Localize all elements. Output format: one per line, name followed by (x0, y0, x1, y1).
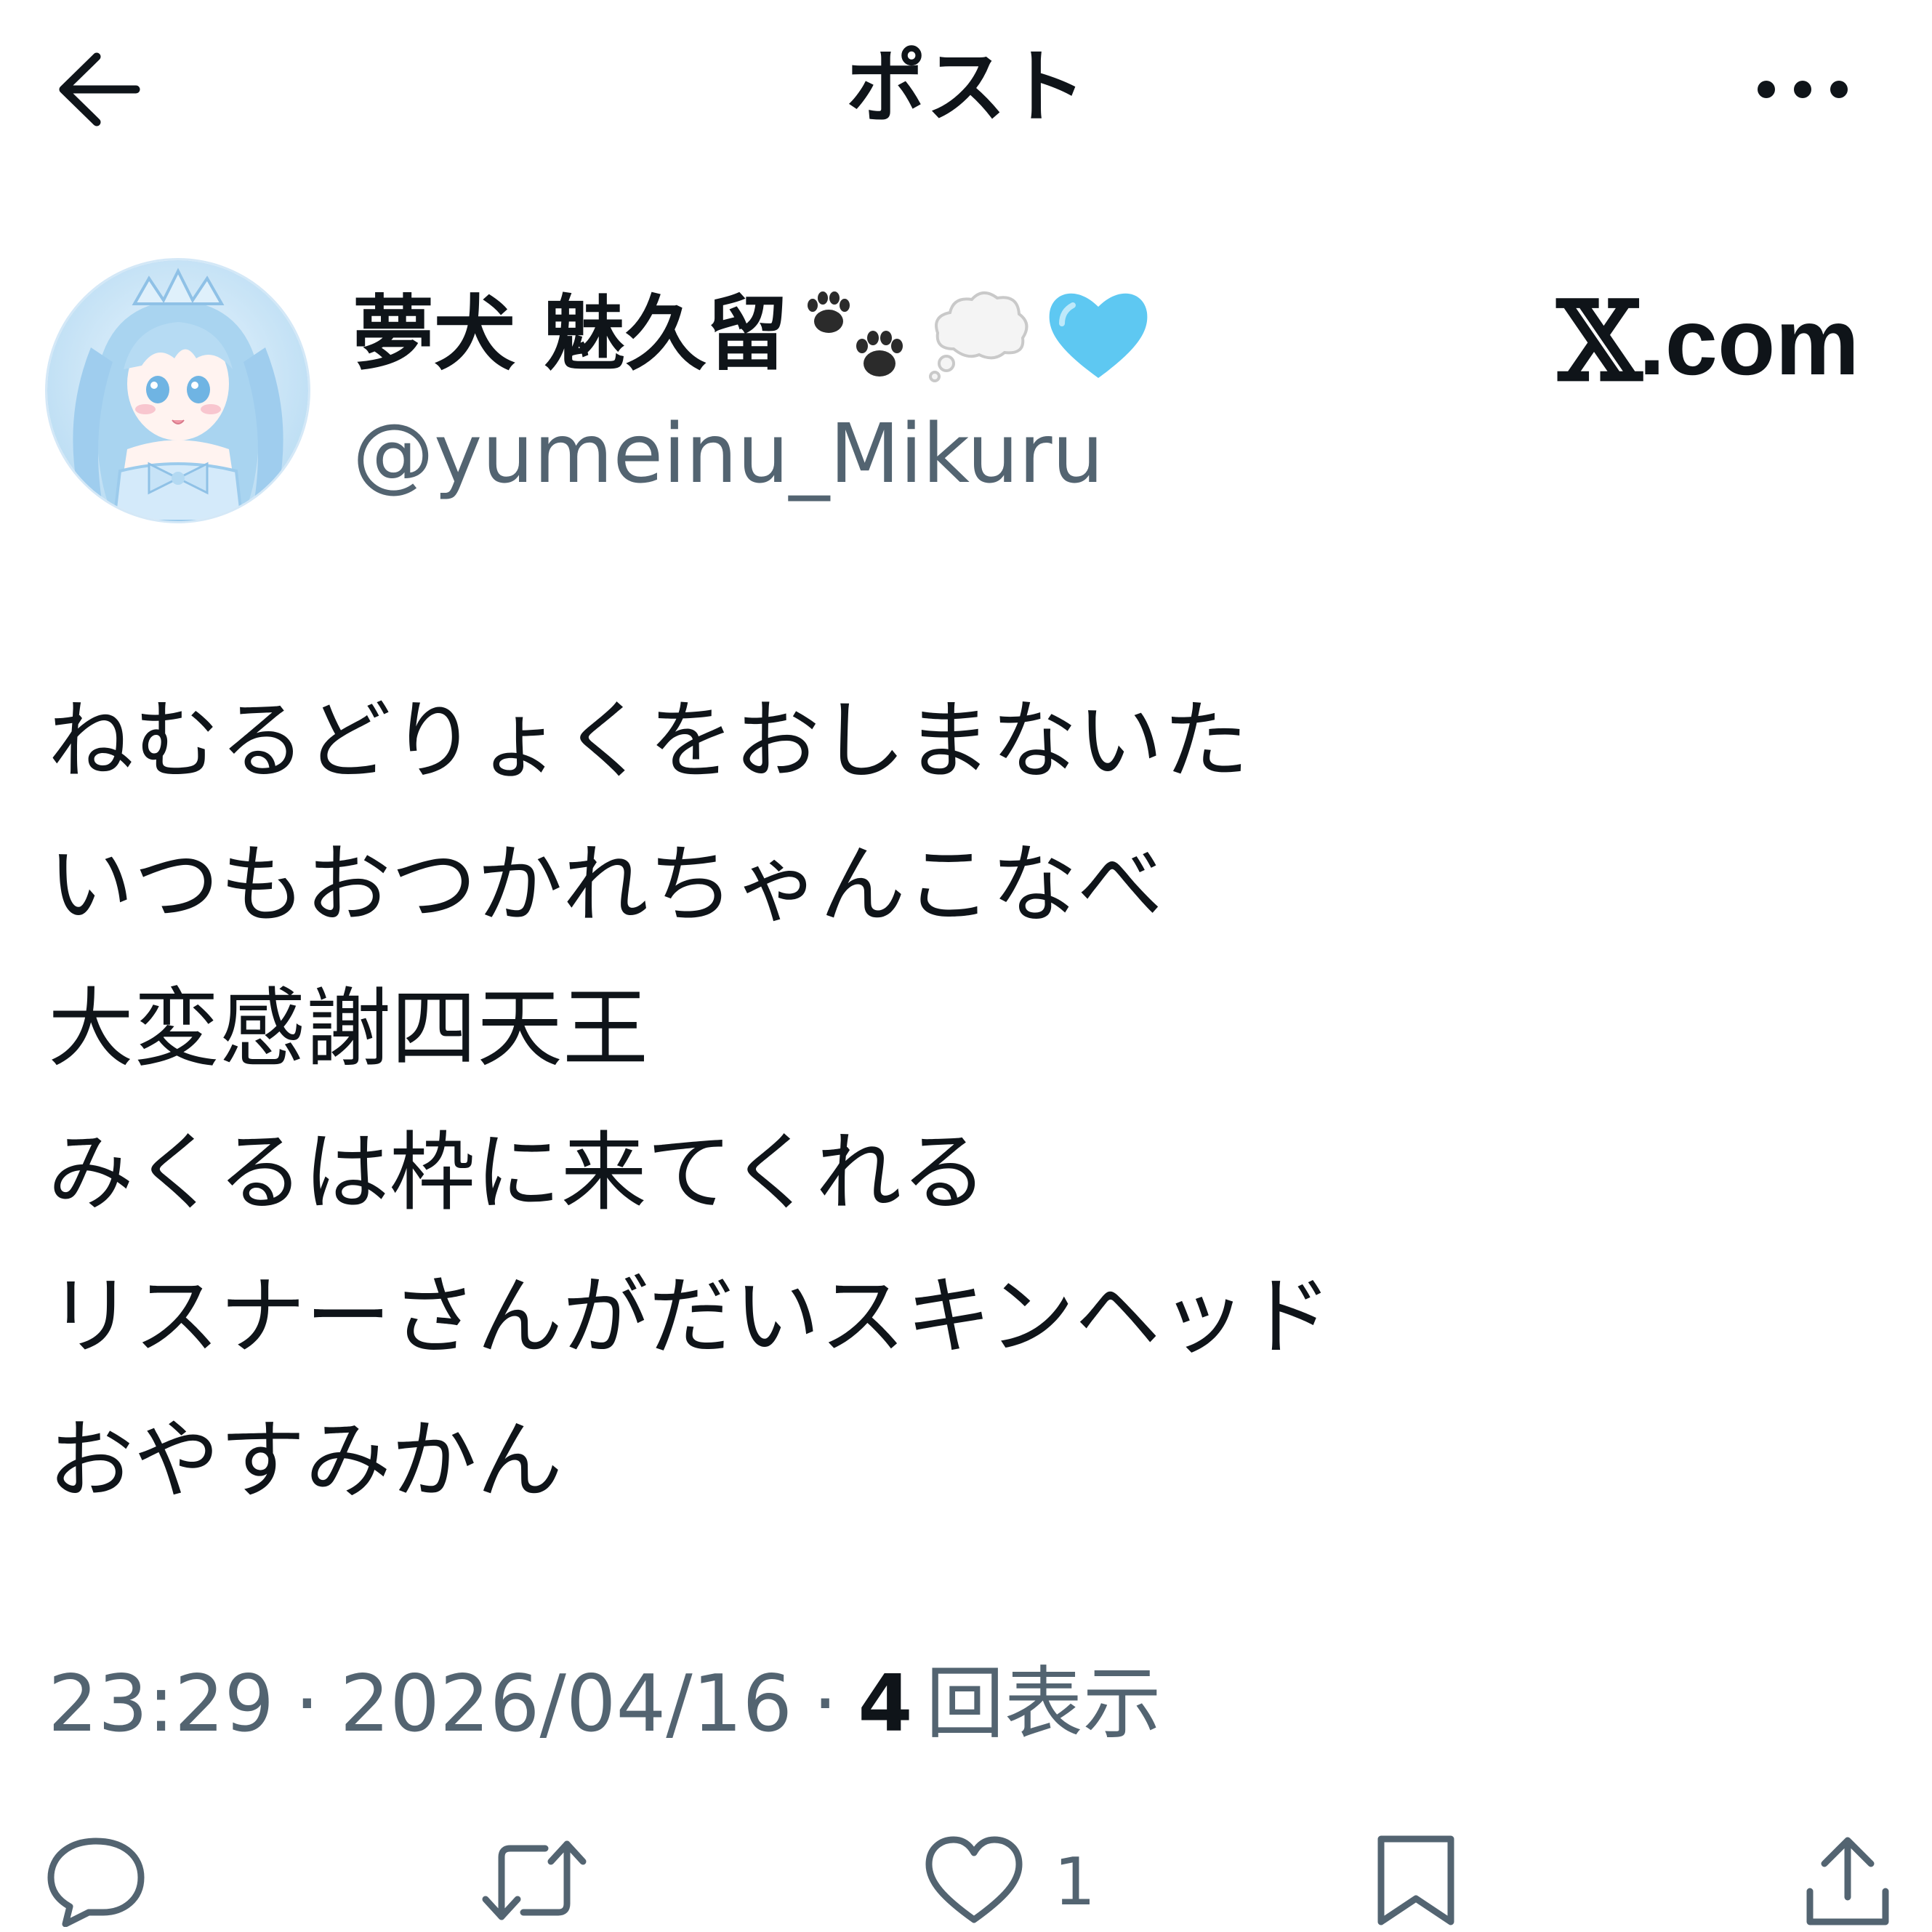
top-bar: ポスト (0, 0, 1932, 174)
display-name: 夢犬 魅久留 (353, 287, 788, 382)
post-line: おやすみかん (48, 1410, 563, 1510)
light-blue-heart-icon (1044, 283, 1153, 385)
meta-separator: · (294, 1659, 320, 1750)
post-line: リスナーさんがだいスキンヘッド (48, 1266, 1332, 1367)
avatar-anime-girl (47, 260, 308, 521)
brand-suffix: .com (1638, 289, 1859, 395)
bookmark-button[interactable] (1372, 1832, 1489, 1932)
post-date[interactable]: 2026/04/16 (340, 1646, 792, 1763)
x-logo-icon: 𝕏 (1557, 278, 1641, 406)
author-handle[interactable]: @yumeinu_Mikuru (353, 403, 1104, 505)
repost-button[interactable] (480, 1832, 618, 1932)
bookmark-icon (1372, 1833, 1460, 1931)
display-name-row[interactable]: 夢犬 魅久留 (353, 280, 1153, 389)
post-text: ねむるどりょくをおしまないた いつもおつかれちゃんこなべ 大変感謝四天王 みくる… (48, 669, 1865, 1532)
post-line: 大変感謝四天王 (48, 978, 649, 1079)
brand-logo: 𝕏 .com (1557, 287, 1859, 396)
meta-separator: · (813, 1659, 838, 1750)
repost-icon (480, 1837, 589, 1927)
post-time[interactable]: 23:29 (48, 1646, 274, 1763)
views-count[interactable]: 4 (858, 1646, 912, 1763)
avatar[interactable] (45, 258, 310, 523)
views-label[interactable]: 回表示 (926, 1646, 1162, 1763)
paw-prints-icon (798, 283, 914, 385)
reply-button[interactable] (45, 1832, 176, 1932)
heart-outline-icon (923, 1834, 1025, 1930)
action-bar: 1 (0, 1832, 1932, 1932)
reply-icon (45, 1834, 147, 1930)
share-icon (1803, 1833, 1893, 1931)
like-button[interactable]: 1 (923, 1832, 1095, 1932)
more-horizontal-icon (1755, 79, 1850, 103)
post-line: いつもおつかれちゃんこなべ (48, 834, 1164, 935)
post-line: ねむるどりょくをおしまないた (48, 691, 1249, 791)
more-button[interactable] (1744, 44, 1861, 138)
thought-balloon-icon (925, 283, 1034, 385)
page-title: ポスト (846, 41, 1086, 134)
like-count: 1 (1054, 1843, 1096, 1920)
share-button[interactable] (1803, 1832, 1922, 1932)
post-line: みくるは枠に来てくれる (48, 1122, 988, 1223)
post-meta: 23:29 · 2026/04/16 · 4 回表示 (48, 1646, 1162, 1763)
